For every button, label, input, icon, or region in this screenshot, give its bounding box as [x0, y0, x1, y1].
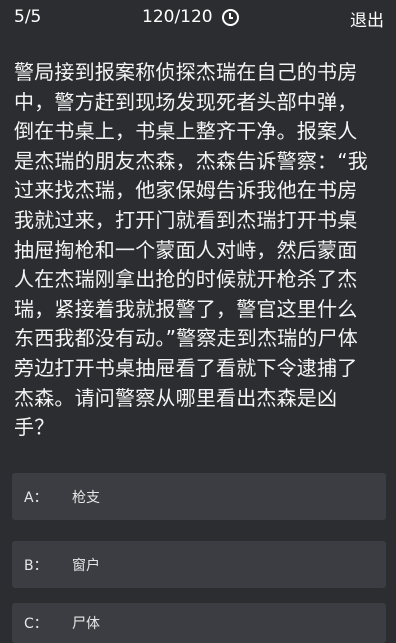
- option-c-button[interactable]: C： 尸体: [12, 603, 386, 643]
- timer: 120/120: [142, 7, 239, 27]
- question-line: 杰森。请问警察从哪里看出杰森是凶: [14, 385, 338, 410]
- question-line: 是杰瑞的朋友杰森，杰森告诉警察：“我: [14, 148, 368, 173]
- question-line: 旁边打开书桌抽屉看了看就下令逮捕了: [14, 355, 358, 380]
- question-line: 瑞，紧接着我就报警了，警官这里什么: [14, 296, 358, 321]
- clock-icon: [221, 8, 239, 26]
- timer-value: 120/120: [142, 7, 213, 27]
- option-b-button[interactable]: B： 窗户: [12, 541, 386, 588]
- question-text: 警局接到报案称侦探杰瑞在自己的书房 中，警方赶到现场发现死者头部中弹， 倒在书桌…: [14, 58, 386, 443]
- question-line: 东西我都没有动。”警察走到杰瑞的尸体: [14, 326, 358, 351]
- question-line: 过来找杰瑞，他家保姆告诉我他在书房: [14, 178, 358, 203]
- question-line: 警局接到报案称侦探杰瑞在自己的书房: [14, 60, 358, 84]
- option-a-button[interactable]: A： 枪支: [12, 473, 386, 520]
- top-bar: 5/5 120/120 退出: [0, 0, 396, 36]
- exit-button[interactable]: 退出: [350, 6, 384, 31]
- question-line: 倒在书桌上，书桌上整齐干净。报案人: [14, 119, 358, 144]
- option-key: A：: [24, 489, 48, 506]
- question-line: 人在杰瑞刚拿出抢的时候就开枪杀了杰: [14, 267, 358, 292]
- question-line: 抽屉掏枪和一个蒙面人对峙，然后蒙面: [14, 237, 358, 262]
- option-label: 枪支: [72, 489, 100, 506]
- option-key: B：: [24, 557, 48, 574]
- option-key: C：: [24, 616, 48, 632]
- option-label: 尸体: [72, 616, 100, 632]
- question-line: 我就过来，打开门就看到杰瑞打开书桌: [14, 207, 358, 232]
- question-line: 手？: [14, 415, 55, 440]
- question-progress: 5/5: [14, 7, 42, 27]
- option-label: 窗户: [72, 557, 100, 574]
- question-line: 中，警方赶到现场发现死者头部中弹，: [14, 89, 358, 114]
